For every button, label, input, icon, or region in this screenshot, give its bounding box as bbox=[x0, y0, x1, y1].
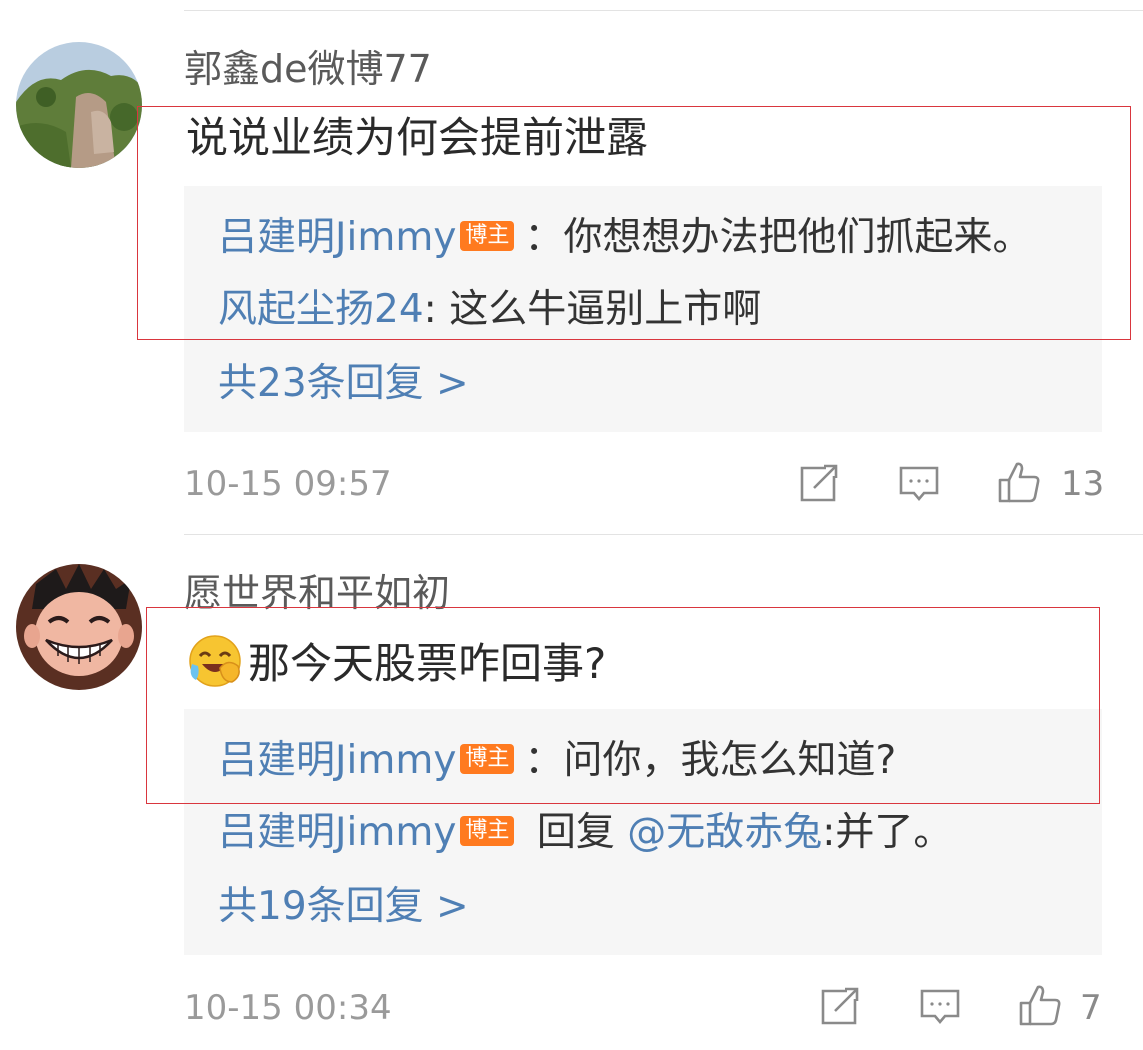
comment-text-row: 那今天股票咋回事? bbox=[188, 634, 606, 692]
author-badge: 博主 bbox=[460, 744, 515, 774]
reply-box[interactable]: 吕建明Jimmy 博主 ：问你，我怎么知道? 吕建明Jimmy 博主 回复 @无敌赤兔… bbox=[184, 709, 1102, 955]
reply-separator: : bbox=[423, 287, 450, 332]
divider bbox=[184, 10, 1143, 11]
reply-author-link[interactable]: 吕建明Jimmy bbox=[218, 215, 456, 260]
share-icon[interactable] bbox=[796, 462, 840, 506]
author-badge: 博主 bbox=[460, 816, 515, 846]
comment-list: 郭鑫de微博77 说说业绩为何会提前泄露 吕建明Jimmy 博主 ：你想想办法把他们… bbox=[0, 0, 1143, 1050]
reply-text: :并了。 bbox=[822, 810, 953, 855]
thumbs-up-icon[interactable] bbox=[1018, 983, 1062, 1027]
reply-line: 风起尘扬24: 这么牛逼别上市啊 bbox=[218, 284, 761, 336]
reply-author-link[interactable]: 吕建明Jimmy bbox=[218, 738, 456, 783]
comment-username[interactable]: 郭鑫de微博77 bbox=[184, 44, 432, 94]
mention-link[interactable]: @无敌赤兔 bbox=[627, 810, 822, 855]
reply-box[interactable]: 吕建明Jimmy 博主 ：你想想办法把他们抓起来。 风起尘扬24: 这么牛逼别上市啊… bbox=[184, 186, 1102, 432]
reply-separator: ： bbox=[524, 215, 564, 260]
comment-icon[interactable] bbox=[897, 462, 941, 506]
comment-icon[interactable] bbox=[918, 985, 962, 1029]
reply-text: 这么牛逼别上市啊 bbox=[449, 287, 762, 332]
comment-timestamp: 10-15 09:57 bbox=[184, 464, 392, 504]
reply-separator: ： bbox=[524, 738, 564, 783]
author-badge: 博主 bbox=[460, 221, 515, 251]
more-replies-link[interactable]: 共23条回复 > bbox=[218, 358, 469, 410]
comment-text: 说说业绩为何会提前泄露 bbox=[186, 113, 649, 162]
comment-username[interactable]: 愿世界和平如初 bbox=[184, 568, 450, 618]
reply-line: 吕建明Jimmy 博主 ：你想想办法把他们抓起来。 bbox=[218, 212, 1031, 264]
comment-timestamp: 10-15 00:34 bbox=[184, 988, 392, 1028]
more-replies-link[interactable]: 共19条回复 > bbox=[218, 881, 469, 933]
reply-separator: 回复 bbox=[524, 810, 615, 855]
laughing-crying-emoji-icon bbox=[188, 634, 242, 688]
thumbs-up-icon[interactable] bbox=[997, 460, 1041, 504]
share-icon[interactable] bbox=[817, 985, 861, 1029]
divider bbox=[184, 534, 1143, 535]
like-count: 7 bbox=[1080, 988, 1102, 1028]
reply-text: 问你，我怎么知道? bbox=[563, 738, 897, 783]
reply-text: 你想想办法把他们抓起来。 bbox=[563, 215, 1032, 260]
avatar[interactable] bbox=[16, 42, 142, 168]
reply-author-link[interactable]: 风起尘扬24 bbox=[218, 287, 424, 332]
reply-line: 吕建明Jimmy 博主 ：问你，我怎么知道? bbox=[218, 735, 896, 787]
avatar[interactable] bbox=[16, 564, 142, 690]
like-count: 13 bbox=[1061, 464, 1105, 504]
comment-text: 那今天股票咋回事? bbox=[248, 639, 607, 688]
reply-line: 吕建明Jimmy 博主 回复 @无敌赤兔:并了。 bbox=[218, 807, 952, 859]
reply-author-link[interactable]: 吕建明Jimmy bbox=[218, 810, 456, 855]
